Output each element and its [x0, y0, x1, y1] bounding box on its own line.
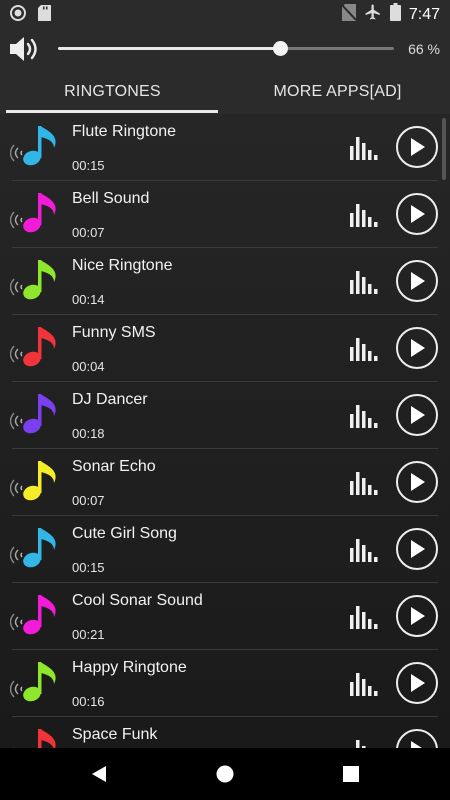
tab-ringtones[interactable]: RINGTONES [0, 72, 225, 114]
music-note-icon [9, 524, 62, 574]
ringtone-duration: 00:07 [72, 225, 105, 240]
ringtone-duration: 00:15 [72, 158, 105, 173]
speaker-icon[interactable] [8, 34, 40, 69]
equalizer-icon[interactable] [350, 134, 378, 160]
ringtone-row[interactable]: Happy Ringtone 00:16 [9, 650, 438, 717]
ringtone-row[interactable]: DJ Dancer 00:18 [9, 382, 438, 449]
play-icon [411, 138, 425, 156]
music-note-icon [9, 189, 62, 239]
sd-card-icon [38, 5, 51, 26]
play-icon [411, 540, 425, 558]
ringtone-title: Happy Ringtone [72, 659, 187, 676]
music-note-icon [9, 658, 62, 708]
equalizer-icon[interactable] [350, 670, 378, 696]
play-icon [411, 339, 425, 357]
music-note-icon [9, 591, 62, 641]
volume-percent: 66 % [408, 41, 440, 57]
equalizer-icon[interactable] [350, 536, 378, 562]
music-note-icon [9, 256, 62, 306]
ringtone-title: Cute Girl Song [72, 525, 177, 542]
status-bar: 7:47 [0, 0, 450, 26]
recents-icon[interactable] [336, 760, 366, 788]
play-button[interactable] [396, 327, 438, 369]
play-icon [411, 607, 425, 625]
ringtone-title: Funny SMS [72, 324, 156, 341]
equalizer-icon[interactable] [350, 268, 378, 294]
equalizer-icon[interactable] [350, 469, 378, 495]
ringtone-row[interactable]: Nice Ringtone 00:14 [9, 248, 438, 315]
ringtone-duration: 00:18 [72, 426, 105, 441]
ringtone-duration: 00:04 [72, 359, 105, 374]
ringtone-list[interactable]: Flute Ringtone 00:15 Bell Sound 00:07 Ni… [0, 114, 450, 748]
ringtone-row[interactable]: Cool Sonar Sound 00:21 [9, 583, 438, 650]
play-button[interactable] [396, 595, 438, 637]
volume-slider[interactable] [58, 41, 394, 56]
equalizer-icon[interactable] [350, 201, 378, 227]
play-icon [411, 674, 425, 692]
ringtone-duration: 00:21 [72, 627, 105, 642]
tab-more-apps[interactable]: MORE APPS[AD] [225, 72, 450, 114]
ringtone-title: Nice Ringtone [72, 257, 173, 274]
ringtone-duration: 00:14 [72, 292, 105, 307]
ringtone-duration: 00:07 [72, 493, 105, 508]
play-icon [411, 406, 425, 424]
ringtone-row[interactable]: Space Funk [12, 717, 438, 748]
record-icon [10, 5, 26, 26]
scrollbar[interactable] [442, 118, 446, 180]
volume-control: 66 % [0, 26, 450, 72]
ringtone-row[interactable]: Flute Ringtone 00:15 [9, 114, 438, 181]
music-note-icon [9, 323, 62, 373]
play-icon [411, 205, 425, 223]
play-button[interactable] [396, 528, 438, 570]
active-tab-indicator [6, 110, 218, 113]
play-icon [411, 473, 425, 491]
airplane-icon [364, 3, 382, 26]
ringtone-title: Flute Ringtone [72, 123, 177, 140]
no-sim-icon [341, 3, 357, 26]
ringtone-duration: 00:16 [72, 694, 105, 709]
equalizer-icon[interactable] [350, 737, 378, 748]
volume-slider-fill [58, 47, 280, 50]
music-note-icon [9, 122, 62, 172]
equalizer-icon[interactable] [350, 335, 378, 361]
music-note-icon [10, 725, 62, 748]
play-icon [411, 272, 425, 290]
music-note-icon [9, 457, 62, 507]
play-button[interactable] [396, 662, 438, 704]
battery-icon [389, 3, 401, 26]
ringtone-row[interactable]: Funny SMS 00:04 [9, 315, 438, 382]
ringtone-title: Cool Sonar Sound [72, 592, 203, 609]
home-icon[interactable] [210, 760, 240, 788]
ringtone-row[interactable]: Sonar Echo 00:07 [9, 449, 438, 516]
play-button[interactable] [396, 260, 438, 302]
equalizer-icon[interactable] [350, 402, 378, 428]
play-button[interactable] [396, 461, 438, 503]
navigation-bar [0, 748, 450, 800]
play-button[interactable] [396, 126, 438, 168]
play-icon [411, 741, 422, 748]
ringtone-duration: 00:15 [72, 560, 105, 575]
ringtone-row[interactable]: Bell Sound 00:07 [9, 181, 438, 248]
ringtone-title: Bell Sound [72, 190, 150, 207]
volume-slider-thumb[interactable] [272, 41, 288, 56]
equalizer-icon[interactable] [350, 603, 378, 629]
tab-bar: RINGTONES MORE APPS[AD] [0, 72, 450, 114]
clock: 7:47 [408, 5, 440, 23]
ringtone-title: Sonar Echo [72, 458, 156, 475]
play-button[interactable] [396, 193, 438, 235]
ringtone-title: Space Funk [72, 726, 158, 743]
play-button[interactable] [396, 394, 438, 436]
play-button[interactable] [396, 729, 438, 748]
back-icon[interactable] [84, 760, 114, 788]
ringtone-title: DJ Dancer [72, 391, 148, 408]
ringtone-row[interactable]: Cute Girl Song 00:15 [9, 516, 438, 583]
music-note-icon [9, 390, 62, 440]
